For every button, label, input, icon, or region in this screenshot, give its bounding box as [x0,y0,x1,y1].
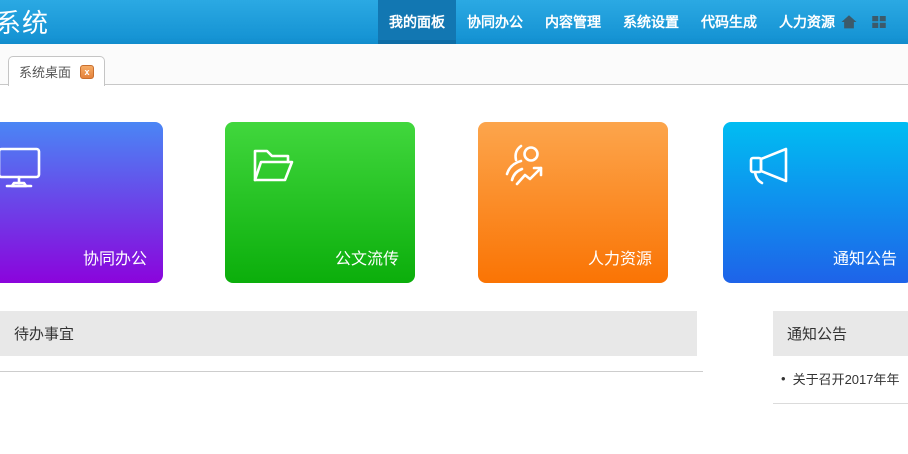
notice-item-text: 关于召开2017年年 [793,369,900,388]
todo-panel-divider [0,371,703,372]
tile-label: 通知公告 [833,245,897,269]
notice-panel-divider [773,403,908,404]
notice-list-item[interactable]: • 关于召开2017年年 [773,364,908,392]
tile-label: 公文流传 [335,245,399,269]
open-folder-icon [247,142,295,190]
tile-notices[interactable]: 通知公告 [723,122,908,283]
tab-system-desktop[interactable]: 系统桌面 x [8,56,105,86]
monitor-icon [0,142,43,190]
header-icon-group [840,0,888,44]
top-header-bar: 系统 我的面板 协同办公 内容管理 系统设置 代码生成 人力资源 [0,0,908,44]
bullet-icon: • [781,371,786,386]
tile-document-flow[interactable]: 公文流传 [225,122,415,283]
tile-label: 人力资源 [588,245,652,269]
megaphone-icon [745,142,793,190]
tab-close-icon[interactable]: x [80,65,94,79]
tile-collaboration[interactable]: 协同办公 [0,122,163,283]
nav-item-code-gen[interactable]: 代码生成 [690,0,768,44]
nav-item-hr[interactable]: 人力资源 [768,0,846,44]
desktop-page: 系统 我的面板 协同办公 内容管理 系统设置 代码生成 人力资源 系统桌面 x [0,0,908,454]
todo-panel-title: 待办事宜 [14,323,74,344]
home-icon[interactable] [840,13,858,31]
grid-icon[interactable] [870,13,888,31]
app-title: 系统 [0,3,49,40]
notice-panel-header: 通知公告 [773,311,908,356]
tile-label: 协同办公 [83,245,147,269]
nav-item-collaboration[interactable]: 协同办公 [456,0,534,44]
todo-panel-header: 待办事宜 [0,311,697,356]
nav-item-my-dashboard[interactable]: 我的面板 [378,0,456,44]
notice-panel-title: 通知公告 [787,323,847,344]
running-person-icon [500,142,548,190]
tile-hr[interactable]: 人力资源 [478,122,668,283]
tab-label: 系统桌面 [19,62,71,81]
tab-bar: 系统桌面 x [0,44,908,85]
nav-item-system-settings[interactable]: 系统设置 [612,0,690,44]
main-nav: 我的面板 协同办公 内容管理 系统设置 代码生成 人力资源 [378,0,846,44]
nav-item-content-mgmt[interactable]: 内容管理 [534,0,612,44]
